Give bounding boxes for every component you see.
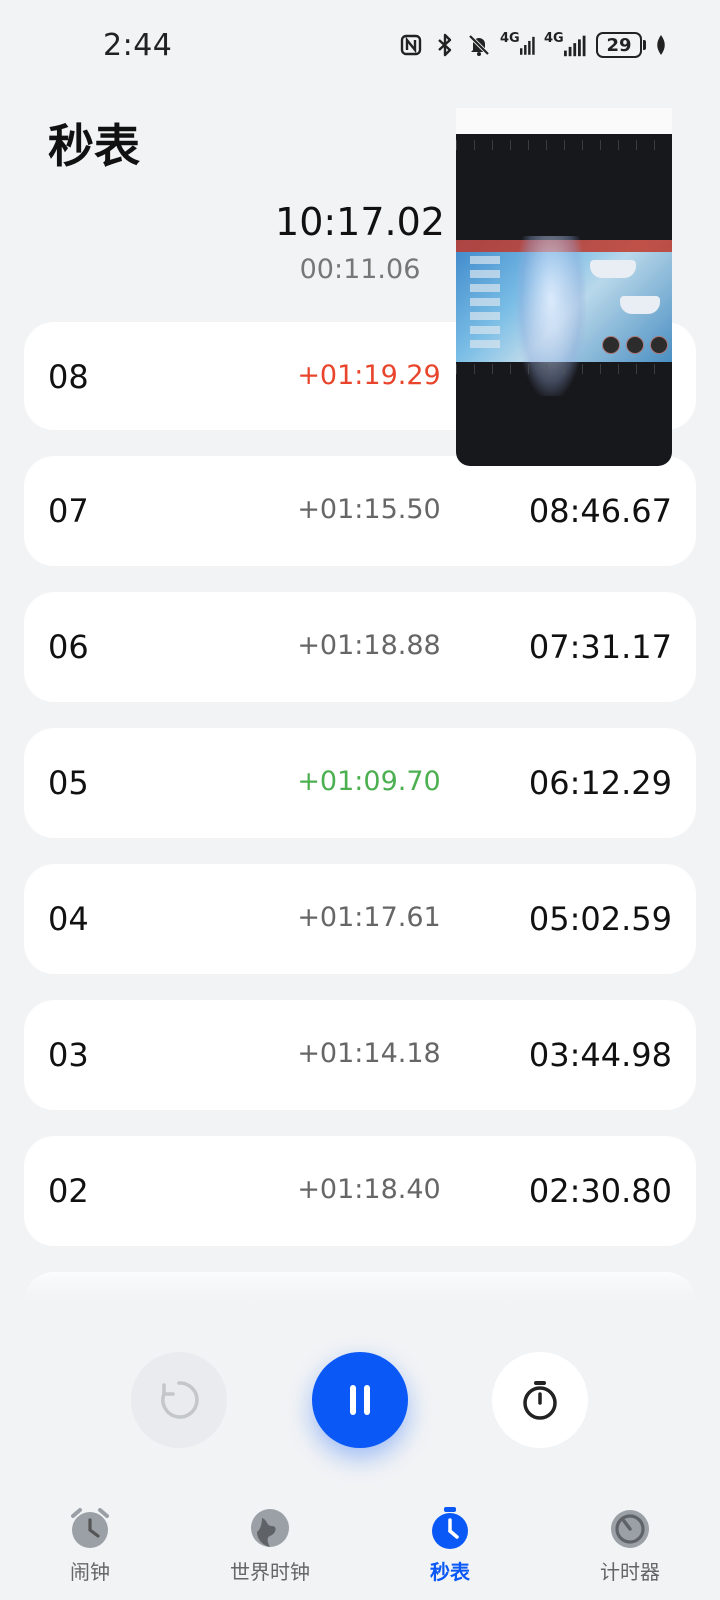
bottom-tab-bar: 闹钟 世界时钟 秒表 计时器 [0,1490,720,1600]
lap-button[interactable] [492,1352,588,1448]
avatar [626,336,644,354]
lap-row: 02 +01:18.40 02:30.80 [24,1136,696,1246]
floating-video-preview[interactable] [456,108,672,466]
battery-icon: 29 [596,32,646,58]
timer-icon [611,1510,649,1548]
lap-diff: +01:14.18 [297,1038,441,1069]
lap-diff: +01:18.40 [297,1174,441,1205]
tab-label: 计时器 [600,1560,660,1584]
lap-total: 02:30.80 [528,1172,672,1210]
lap-number: 03 [48,1036,89,1074]
lap-number: 04 [48,900,89,938]
mute-bell-icon [466,32,492,58]
lap-number: 07 [48,492,89,530]
signal-icon: 4G [544,30,588,58]
reset-icon [161,1381,199,1419]
alarm-clock-icon [71,1508,109,1548]
tab-alarm[interactable]: 闹钟 [0,1506,180,1585]
tab-label: 闹钟 [70,1560,110,1584]
lap-row: 03 +01:14.18 03:44.98 [24,1000,696,1110]
tab-stopwatch[interactable]: 秒表 [360,1506,540,1585]
reset-button[interactable] [131,1352,227,1448]
network-type-1: 4G [500,30,520,46]
leaf-icon [654,32,668,58]
preview-header [456,108,672,134]
lap-total: 03:44.98 [528,1036,672,1074]
ship-image [590,260,636,278]
preview-game-scene [456,236,672,396]
network-type-2: 4G [544,30,564,46]
lap-number: 02 [48,1172,89,1210]
lap-number: 05 [48,764,89,802]
preview-ruler [456,364,672,374]
status-icons: 4G 4G 29 [398,30,668,58]
tab-label: 秒表 [430,1560,470,1584]
ship-image [620,296,660,314]
nfc-icon [398,32,424,58]
status-time: 2:44 [103,28,173,63]
signal-icon: 4G [500,30,536,58]
lap-row: 04 +01:17.61 05:02.59 [24,864,696,974]
tab-world-clock[interactable]: 世界时钟 [180,1506,360,1585]
tab-label: 世界时钟 [230,1560,310,1584]
avatar [602,336,620,354]
lap-row: 06 +01:18.88 07:31.17 [24,592,696,702]
lap-diff: +01:18.88 [297,630,441,661]
list-fade [0,1270,720,1310]
lap-diff: +01:17.61 [297,902,441,933]
globe-icon [251,1509,289,1547]
stopwatch-icon [432,1507,468,1549]
lap-row: 05 +01:09.70 06:12.29 [24,728,696,838]
preview-ruler [456,140,672,150]
lap-diff: +01:09.70 [297,766,441,797]
lap-number: 08 [48,358,89,396]
status-bar: 2:44 4G 4G 29 [0,0,720,96]
lap-diff: +01:15.50 [297,494,441,525]
pause-button[interactable] [312,1352,408,1448]
battery-level: 29 [596,32,642,58]
lap-row: 07 +01:15.50 08:46.67 [24,456,696,566]
lap-total: 08:46.67 [528,492,672,530]
lap-total: 06:12.29 [528,764,672,802]
lap-total: 07:31.17 [528,628,672,666]
bluetooth-icon [432,32,458,58]
pause-icon [350,1385,370,1415]
game-side-panel [470,256,500,352]
lap-diff: +01:19.29 [297,360,441,391]
tab-timer[interactable]: 计时器 [540,1506,720,1585]
stopwatch-icon [523,1381,557,1420]
lap-total: 05:02.59 [528,900,672,938]
avatar [650,336,668,354]
page-title: 秒表 [48,119,140,173]
lap-number: 06 [48,628,89,666]
